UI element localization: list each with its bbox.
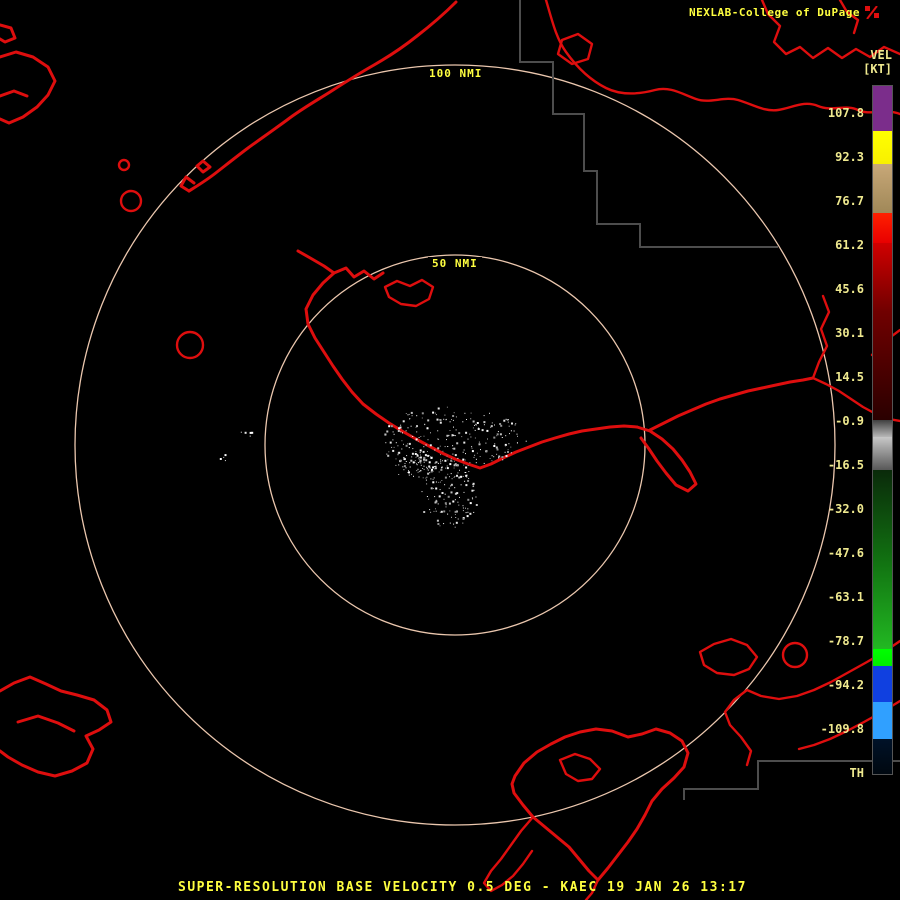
coastline-center-main bbox=[306, 273, 637, 468]
colorbar-segment bbox=[873, 437, 892, 470]
colorbar-segment bbox=[873, 243, 892, 312]
colorbar-segment bbox=[873, 131, 892, 164]
colorbar-segment bbox=[873, 164, 892, 213]
island-west-top bbox=[0, 25, 55, 123]
coastline-outlines bbox=[0, 0, 900, 900]
colorbar-unit: VEL bbox=[870, 48, 892, 62]
colorbar-segment bbox=[873, 420, 892, 437]
colorbar-tick-label: 45.6 bbox=[835, 282, 864, 296]
coastline-northwest-arc bbox=[189, 2, 456, 191]
radar-display: 100 NMI 50 NMI NEXLAB-College of DuPage … bbox=[0, 0, 900, 900]
colorbar-segment bbox=[873, 312, 892, 421]
ring-label-100nmi: 100 NMI bbox=[425, 67, 486, 81]
colorbar-segment bbox=[873, 213, 892, 243]
colorbar-segment bbox=[873, 649, 892, 666]
radar-map-canvas bbox=[0, 0, 900, 900]
coastline-center-east bbox=[650, 378, 813, 430]
colorbar-segment bbox=[873, 739, 892, 774]
lake-west-1 bbox=[121, 191, 141, 211]
colorbar-tick-label: 14.5 bbox=[835, 370, 864, 384]
colorbar-segment bbox=[873, 666, 892, 702]
island-southeast bbox=[700, 639, 757, 675]
footer-caption: SUPER-RESOLUTION BASE VELOCITY 0.5 DEG -… bbox=[178, 880, 747, 895]
colorbar-tick-label: -109.8 bbox=[821, 722, 864, 736]
island-center bbox=[385, 280, 433, 306]
colorbar-tick-label: 76.7 bbox=[835, 194, 864, 208]
ring-label-50nmi: 50 NMI bbox=[428, 257, 482, 271]
colorbar-tick-label: 61.2 bbox=[835, 238, 864, 252]
colorbar-tick-label: 30.1 bbox=[835, 326, 864, 340]
colorbar-tick-label: 107.8 bbox=[828, 106, 864, 120]
colorbar-tick-label: -32.0 bbox=[828, 502, 864, 516]
colorbar-tick-label: -63.1 bbox=[828, 590, 864, 604]
page-title: NEXLAB-College of DuPage bbox=[689, 6, 860, 19]
lake-west-3 bbox=[177, 332, 203, 358]
range-ring-50nmi bbox=[265, 255, 645, 635]
colorbar-tick-label: -16.5 bbox=[828, 458, 864, 472]
colorbar-tick-label: -94.2 bbox=[828, 678, 864, 692]
lake-southeast bbox=[783, 643, 807, 667]
lake-west-2 bbox=[119, 160, 129, 170]
colorbar-segment bbox=[873, 470, 892, 559]
colorbar-segment bbox=[873, 559, 892, 649]
colorbar-segment bbox=[873, 702, 892, 738]
colorbar-tick-label: 92.3 bbox=[835, 150, 864, 164]
cod-logo-icon bbox=[865, 6, 880, 19]
county-line-bottom-right bbox=[684, 761, 900, 800]
landmass-south bbox=[512, 729, 688, 880]
colorbar-unit-kt: [KT] bbox=[863, 62, 892, 76]
island-west-bottom bbox=[0, 677, 111, 776]
colorbar bbox=[872, 85, 893, 775]
colorbar-tick-label: -78.7 bbox=[828, 634, 864, 648]
header-title-bar: NEXLAB-College of DuPage bbox=[689, 6, 880, 19]
colorbar-tick-label: -47.6 bbox=[828, 546, 864, 560]
coastline-center-west bbox=[298, 251, 383, 279]
landmass-south-detail bbox=[484, 754, 600, 900]
colorbar-segment bbox=[873, 86, 892, 131]
coastline-inlet-hook bbox=[637, 427, 696, 491]
colorbar-tick-label: -0.9 bbox=[835, 414, 864, 428]
colorbar-tick-label: TH bbox=[850, 766, 864, 780]
